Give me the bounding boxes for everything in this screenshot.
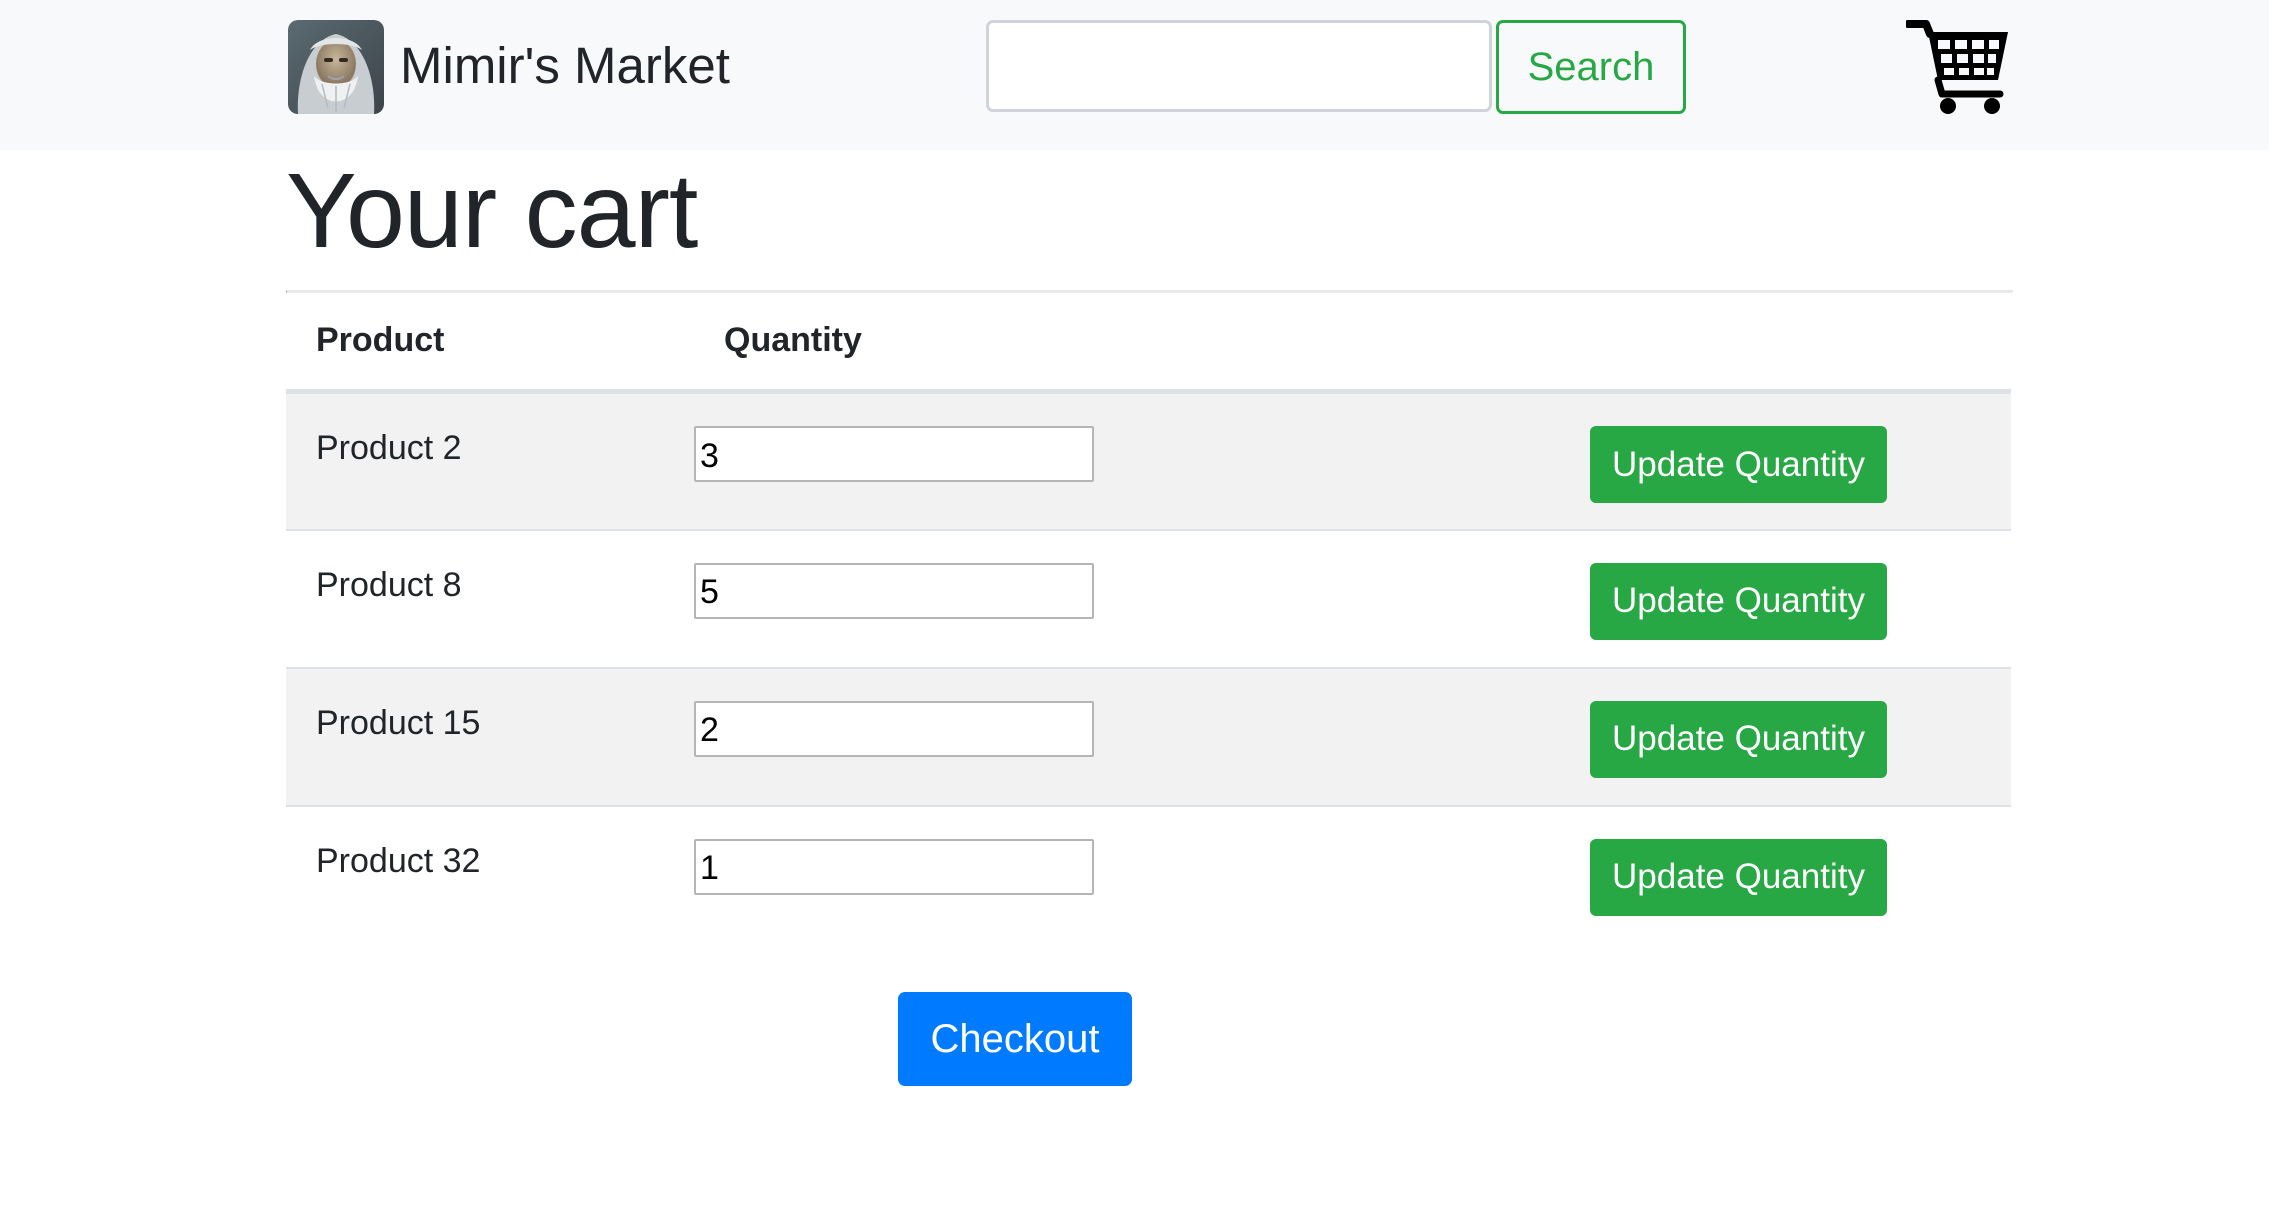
- update-quantity-button[interactable]: Update Quantity: [1590, 426, 1887, 503]
- logo: [288, 20, 384, 114]
- product-name: Product 32: [316, 841, 481, 880]
- brand-name: Mimir's Market: [400, 36, 730, 94]
- table-row: Product 2 Update Quantity: [286, 391, 2011, 530]
- table-row: Product 15 Update Quantity: [286, 666, 2011, 806]
- update-quantity-button[interactable]: Update Quantity: [1590, 838, 1887, 916]
- brand-link[interactable]: Mimir's Market: [288, 20, 730, 114]
- product-cell: Product 32: [286, 804, 694, 944]
- header-quantity: Quantity: [694, 292, 1480, 394]
- table-row: Product 32 Update Quantity: [286, 804, 2011, 944]
- navbar: Mimir's Market Search: [0, 0, 2269, 150]
- product-name: Product 15: [316, 703, 481, 742]
- update-quantity-button[interactable]: Update Quantity: [1590, 562, 1887, 640]
- table-row: Product 8 Update Quantity: [286, 528, 2011, 668]
- product-cell: Product 15: [286, 666, 694, 806]
- product-cell: Product 2: [286, 391, 694, 530]
- quantity-cell: [694, 666, 1480, 806]
- header-product: Product: [286, 292, 694, 394]
- action-cell: Update Quantity: [1480, 391, 2011, 530]
- action-cell: Update Quantity: [1480, 804, 2011, 944]
- quantity-input[interactable]: [694, 562, 1094, 619]
- page-title: Your cart: [286, 152, 698, 270]
- cart-table: Product Quantity Product 2 Update Quanti…: [286, 292, 2011, 944]
- update-quantity-button[interactable]: Update Quantity: [1590, 700, 1887, 778]
- quantity-input[interactable]: [694, 838, 1094, 895]
- quantity-input[interactable]: [694, 426, 1094, 482]
- checkout-button[interactable]: Checkout: [898, 992, 1132, 1086]
- quantity-cell: [694, 391, 1480, 530]
- quantity-cell: [694, 528, 1480, 668]
- search-input[interactable]: [986, 20, 1492, 112]
- action-cell: Update Quantity: [1480, 528, 2011, 668]
- action-cell: Update Quantity: [1480, 666, 2011, 806]
- header-actions: [1480, 292, 2011, 394]
- shopping-cart-icon[interactable]: [1904, 18, 2012, 116]
- quantity-cell: [694, 804, 1480, 944]
- product-name: Product 8: [316, 565, 462, 604]
- table-header-row: Product Quantity: [286, 292, 2011, 394]
- search-button[interactable]: Search: [1496, 20, 1686, 114]
- product-name: Product 2: [316, 429, 462, 467]
- quantity-input[interactable]: [694, 700, 1094, 757]
- product-cell: Product 8: [286, 528, 694, 668]
